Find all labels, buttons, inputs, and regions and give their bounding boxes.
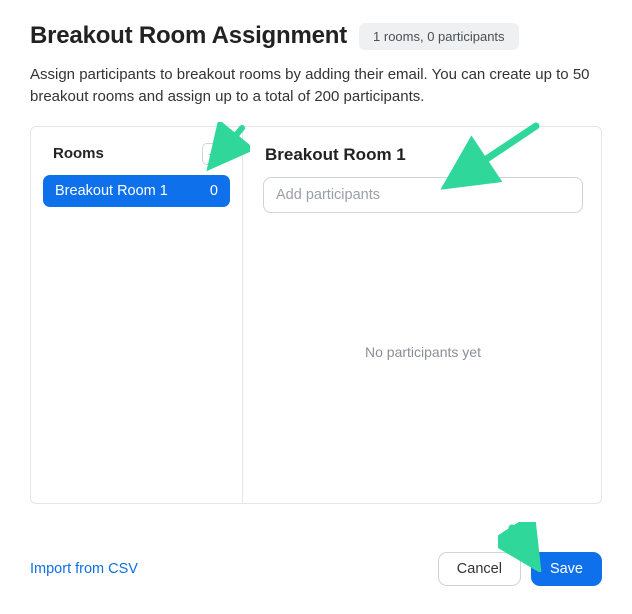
rooms-heading: Rooms: [53, 145, 104, 162]
description-text: Assign participants to breakout rooms by…: [0, 50, 632, 108]
empty-state-text: No participants yet: [263, 213, 583, 491]
cancel-button[interactable]: Cancel: [438, 552, 521, 586]
save-button[interactable]: Save: [531, 552, 602, 586]
room-item-count: 0: [210, 183, 218, 199]
room-detail-pane: Breakout Room 1 No participants yet: [243, 127, 601, 503]
import-csv-link[interactable]: Import from CSV: [30, 561, 138, 577]
page-title: Breakout Room Assignment: [30, 22, 347, 50]
rooms-sidebar: Rooms + Breakout Room 1 0: [31, 127, 243, 503]
room-list-item[interactable]: Breakout Room 1 0: [43, 175, 230, 207]
add-participants-input[interactable]: [263, 177, 583, 213]
room-item-name: Breakout Room 1: [55, 183, 168, 199]
add-room-button[interactable]: +: [202, 143, 224, 165]
room-title: Breakout Room 1: [265, 145, 583, 165]
assignment-panel: Rooms + Breakout Room 1 0 Breakout Room …: [30, 126, 602, 504]
summary-badge: 1 rooms, 0 participants: [359, 23, 519, 50]
